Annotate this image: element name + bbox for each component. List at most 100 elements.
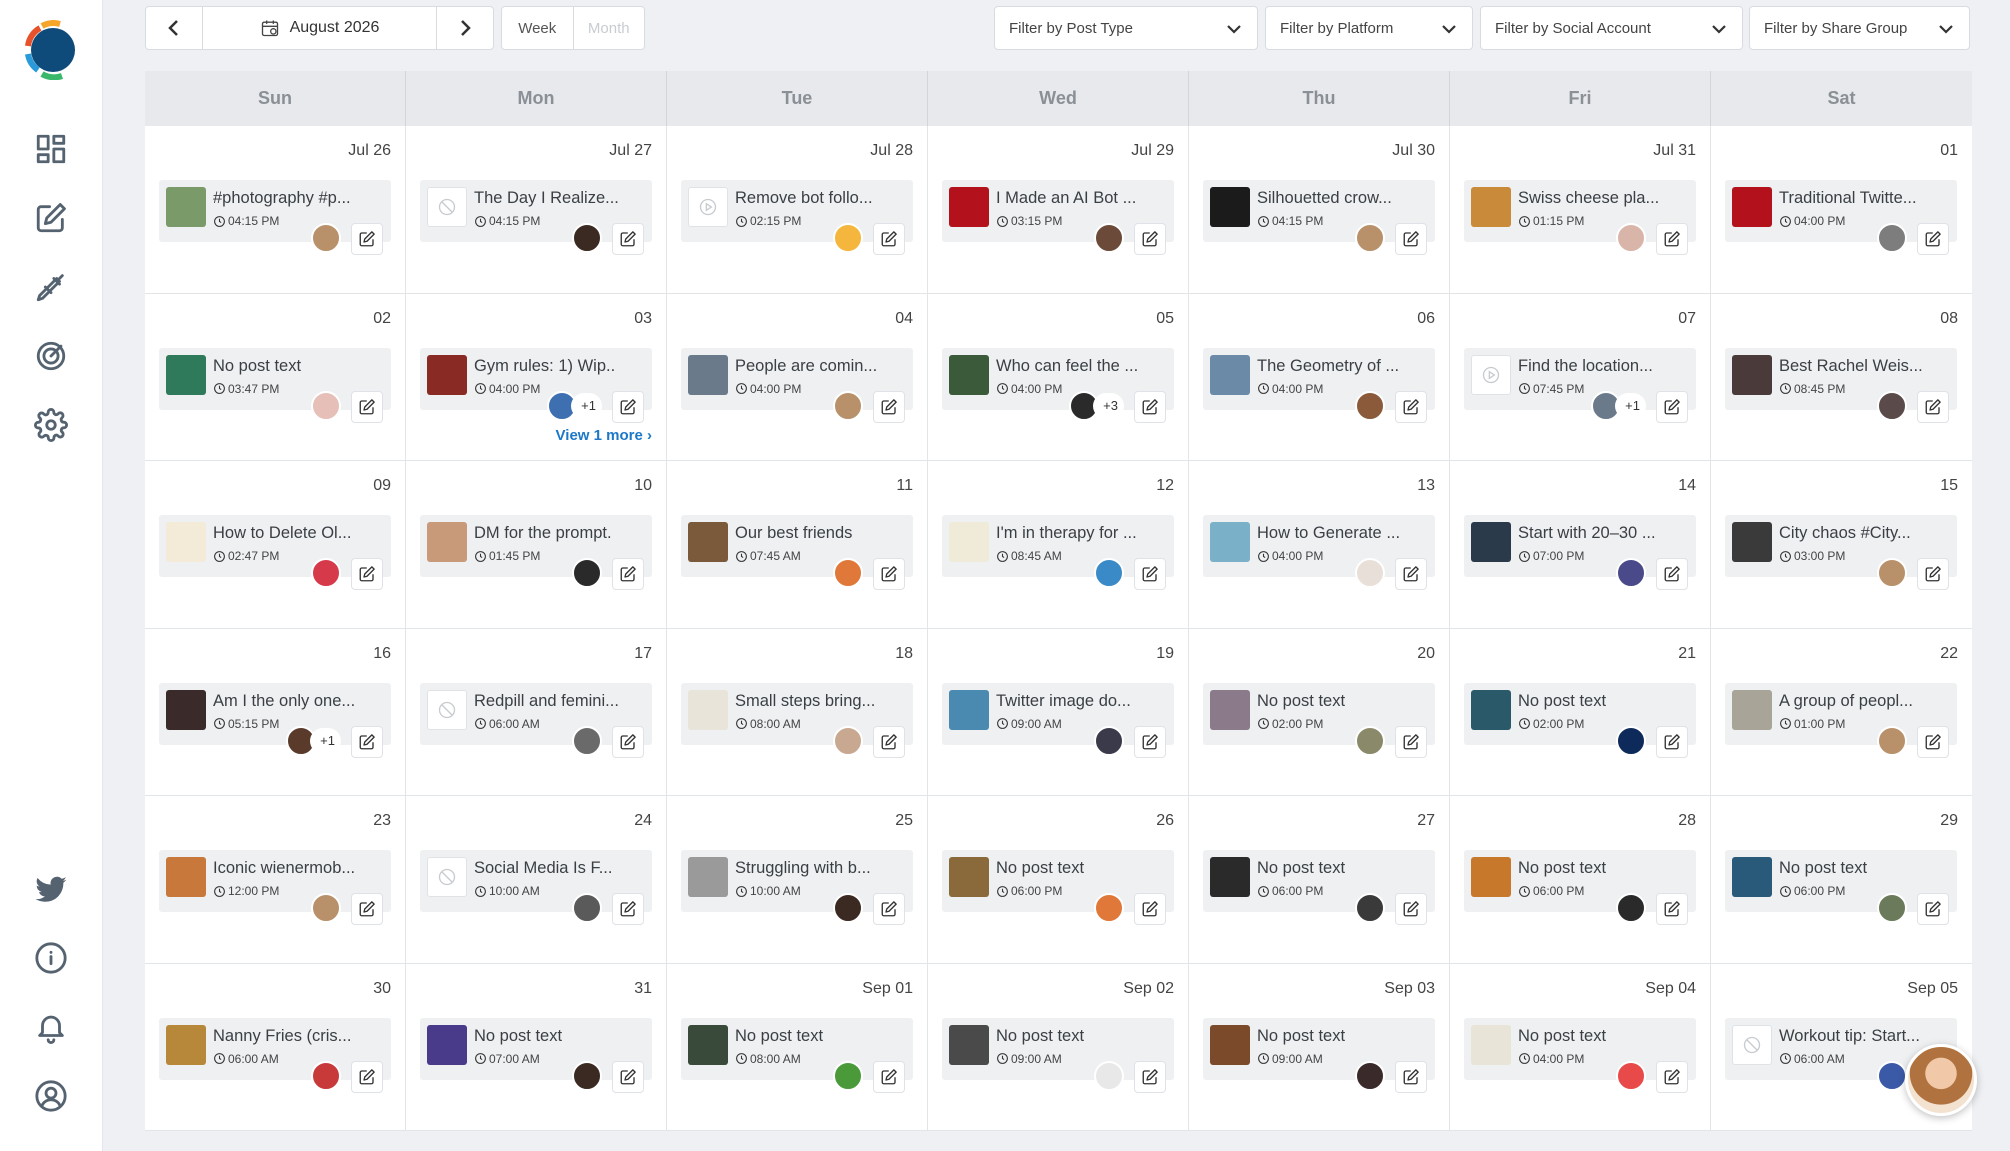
edit-post-button[interactable]	[1134, 893, 1166, 925]
calendar-day-cell[interactable]: Jul 31 Swiss cheese pla... 01:15 PM	[1450, 126, 1711, 293]
edit-post-button[interactable]	[873, 558, 905, 590]
calendar-day-cell[interactable]: 24 Social Media Is F... 10:00 AM	[406, 796, 667, 963]
scheduled-post-card[interactable]: I'm in therapy for ... 08:45 AM	[942, 515, 1174, 590]
nav-dashboard[interactable]	[30, 128, 72, 170]
scheduled-post-card[interactable]: Redpill and femini... 06:00 AM	[420, 682, 652, 758]
calendar-day-cell[interactable]: Sep 02 No post text 09:00 AM	[928, 963, 1189, 1130]
scheduled-post-card[interactable]: Traditional Twitte... 04:00 PM	[1725, 180, 1957, 255]
scheduled-post-card[interactable]: No post text 06:00 PM	[942, 850, 1174, 925]
edit-post-button[interactable]	[351, 223, 383, 255]
edit-post-button[interactable]	[1656, 390, 1688, 423]
edit-post-button[interactable]	[1395, 390, 1427, 423]
scheduled-post-card[interactable]: No post text 09:00 AM	[1203, 1017, 1435, 1093]
scheduled-post-card[interactable]: Social Media Is F... 10:00 AM	[420, 850, 652, 925]
calendar-day-cell[interactable]: 18 Small steps bring... 08:00 AM	[667, 628, 928, 795]
edit-post-button[interactable]	[1134, 223, 1166, 255]
edit-post-button[interactable]	[1656, 1060, 1688, 1093]
view-month-button[interactable]: Month	[574, 7, 645, 49]
edit-post-button[interactable]	[1134, 558, 1166, 590]
calendar-day-cell[interactable]: 29 No post text 06:00 PM	[1711, 796, 1972, 963]
edit-post-button[interactable]	[612, 558, 644, 590]
edit-post-button[interactable]	[1395, 223, 1427, 255]
edit-post-button[interactable]	[1395, 1060, 1427, 1093]
calendar-day-cell[interactable]: 03 Gym rules: 1) Wip.. 04:00 PM +1 View …	[406, 293, 667, 460]
scheduled-post-card[interactable]: Am I the only one... 05:15 PM +1	[159, 682, 391, 758]
filter-post-type-select[interactable]: Filter by Post Type	[994, 6, 1258, 50]
view-week-button[interactable]: Week	[502, 7, 574, 49]
scheduled-post-card[interactable]: Struggling with b... 10:00 AM	[681, 850, 913, 925]
edit-post-button[interactable]	[351, 390, 383, 423]
edit-post-button[interactable]	[873, 390, 905, 423]
scheduled-post-card[interactable]: Find the location... 07:45 PM +1	[1464, 347, 1696, 423]
edit-post-button[interactable]	[873, 223, 905, 255]
nav-drafts[interactable]	[30, 266, 72, 308]
calendar-day-cell[interactable]: 25 Struggling with b... 10:00 AM	[667, 796, 928, 963]
calendar-day-cell[interactable]: 21 No post text 02:00 PM	[1450, 628, 1711, 795]
filter-platform-select[interactable]: Filter by Platform	[1265, 6, 1473, 50]
scheduled-post-card[interactable]: How to Delete Ol... 02:47 PM	[159, 515, 391, 590]
scheduled-post-card[interactable]: The Day I Realize... 04:15 PM	[420, 180, 652, 255]
scheduled-post-card[interactable]: #photography #p... 04:15 PM	[159, 180, 391, 255]
scheduled-post-card[interactable]: Remove bot follo... 02:15 PM	[681, 180, 913, 255]
calendar-day-cell[interactable]: 27 No post text 06:00 PM	[1189, 796, 1450, 963]
nav-compose[interactable]	[30, 197, 72, 239]
calendar-day-cell[interactable]: 08 Best Rachel Weis... 08:45 PM	[1711, 294, 1972, 461]
calendar-day-cell[interactable]: Jul 29 I Made an AI Bot ... 03:15 PM	[928, 126, 1189, 293]
app-logo-icon[interactable]	[20, 18, 82, 80]
scheduled-post-card[interactable]: Nanny Fries (cris... 06:00 AM	[159, 1017, 391, 1093]
edit-post-button[interactable]	[1395, 558, 1427, 590]
calendar-day-cell[interactable]: 11 Our best friends 07:45 AM	[667, 461, 928, 628]
filter-social-account-select[interactable]: Filter by Social Account	[1480, 6, 1743, 50]
previous-month-button[interactable]	[146, 7, 202, 49]
edit-post-button[interactable]	[873, 725, 905, 758]
calendar-day-cell[interactable]: 09 How to Delete Ol... 02:47 PM	[145, 461, 406, 628]
nav-analytics[interactable]	[30, 335, 72, 377]
edit-post-button[interactable]	[612, 1060, 644, 1093]
edit-post-button[interactable]	[873, 1060, 905, 1093]
edit-post-button[interactable]	[1656, 725, 1688, 758]
edit-post-button[interactable]	[1656, 223, 1688, 255]
calendar-day-cell[interactable]: 05 Who can feel the ... 04:00 PM +3	[928, 293, 1189, 460]
scheduled-post-card[interactable]: Twitter image do... 09:00 AM	[942, 682, 1174, 758]
edit-post-button[interactable]	[351, 725, 383, 758]
edit-post-button[interactable]	[351, 893, 383, 925]
scheduled-post-card[interactable]: Our best friends 07:45 AM	[681, 515, 913, 590]
nav-profile[interactable]	[30, 1075, 72, 1117]
edit-post-button[interactable]	[612, 390, 644, 423]
calendar-day-cell[interactable]: Sep 03 No post text 09:00 AM	[1189, 963, 1450, 1130]
scheduled-post-card[interactable]: Silhouetted crow... 04:15 PM	[1203, 180, 1435, 255]
scheduled-post-card[interactable]: Iconic wienermob... 12:00 PM	[159, 850, 391, 925]
scheduled-post-card[interactable]: City chaos #City... 03:00 PM	[1725, 515, 1957, 590]
edit-post-button[interactable]	[1917, 725, 1949, 758]
calendar-day-cell[interactable]: 22 A group of peopl... 01:00 PM	[1711, 629, 1972, 796]
view-more-link[interactable]: View 1 more ›	[556, 427, 652, 444]
scheduled-post-card[interactable]: No post text 06:00 PM	[1203, 850, 1435, 925]
scheduled-post-card[interactable]: No post text 06:00 PM	[1725, 850, 1957, 925]
filter-share-group-select[interactable]: Filter by Share Group	[1749, 6, 1970, 50]
scheduled-post-card[interactable]: People are comin... 04:00 PM	[681, 347, 913, 423]
edit-post-button[interactable]	[612, 725, 644, 758]
scheduled-post-card[interactable]: No post text 02:00 PM	[1203, 682, 1435, 758]
edit-post-button[interactable]	[1395, 893, 1427, 925]
calendar-day-cell[interactable]: 17 Redpill and femini... 06:00 AM	[406, 628, 667, 795]
edit-post-button[interactable]	[612, 893, 644, 925]
calendar-day-cell[interactable]: 26 No post text 06:00 PM	[928, 796, 1189, 963]
calendar-day-cell[interactable]: 23 Iconic wienermob... 12:00 PM	[145, 796, 406, 963]
scheduled-post-card[interactable]: No post text 02:00 PM	[1464, 682, 1696, 758]
month-picker[interactable]: August 2026	[202, 7, 437, 49]
calendar-day-cell[interactable]: Sep 01 No post text 08:00 AM	[667, 963, 928, 1130]
scheduled-post-card[interactable]: Swiss cheese pla... 01:15 PM	[1464, 180, 1696, 255]
calendar-day-cell[interactable]: Jul 26 #photography #p... 04:15 PM	[145, 126, 406, 293]
nav-info[interactable]	[30, 937, 72, 979]
scheduled-post-card[interactable]: No post text 09:00 AM	[942, 1017, 1174, 1093]
calendar-day-cell[interactable]: 12 I'm in therapy for ... 08:45 AM	[928, 461, 1189, 628]
edit-post-button[interactable]	[873, 893, 905, 925]
edit-post-button[interactable]	[1134, 390, 1166, 423]
scheduled-post-card[interactable]: DM for the prompt. 01:45 PM	[420, 515, 652, 590]
edit-post-button[interactable]	[351, 1060, 383, 1093]
calendar-day-cell[interactable]: 28 No post text 06:00 PM	[1450, 796, 1711, 963]
scheduled-post-card[interactable]: No post text 03:47 PM	[159, 347, 391, 423]
scheduled-post-card[interactable]: Gym rules: 1) Wip.. 04:00 PM +1	[420, 347, 652, 423]
edit-post-button[interactable]	[612, 223, 644, 255]
scheduled-post-card[interactable]: The Geometry of ... 04:00 PM	[1203, 347, 1435, 423]
